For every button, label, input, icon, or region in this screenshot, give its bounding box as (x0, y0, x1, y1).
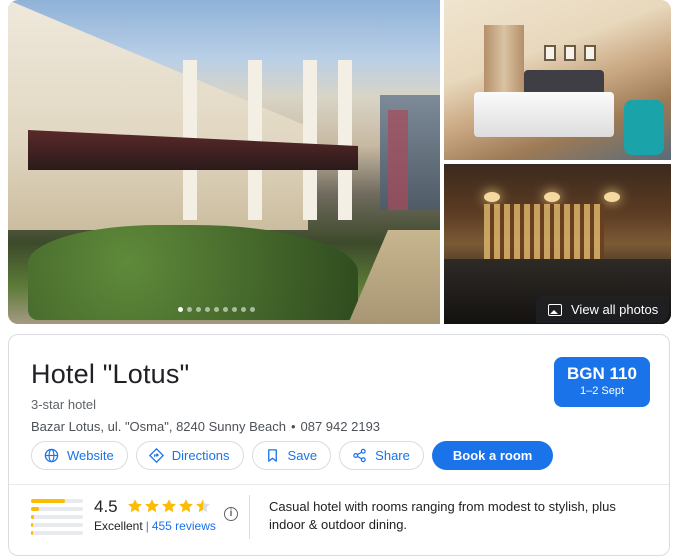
bed (474, 92, 614, 137)
rating-label: Excellent (94, 519, 143, 533)
carousel-dot[interactable] (187, 307, 192, 312)
rating-summary: Excellent | 455 reviews (94, 519, 216, 533)
address-line: Bazar Lotus, ul. "Osma", 8240 Sunny Beac… (31, 419, 380, 434)
star-icon (196, 499, 210, 513)
carousel-dot[interactable] (178, 307, 183, 312)
star-icon (145, 499, 159, 513)
hotel-address: Bazar Lotus, ul. "Osma", 8240 Sunny Beac… (31, 419, 286, 434)
star-icon (179, 499, 193, 513)
bookmark-icon (267, 449, 277, 462)
info-icon[interactable]: i (224, 507, 238, 521)
save-button[interactable]: Save (251, 441, 332, 470)
hotel-exterior-photo[interactable] (8, 0, 440, 324)
rating-bar-fill (31, 523, 33, 527)
carousel-dot[interactable] (214, 307, 219, 312)
picture-frame (544, 45, 556, 61)
ceiling-lamp (544, 192, 560, 202)
bullet-separator: • (290, 419, 296, 434)
hotel-room-photo[interactable] (444, 0, 671, 160)
carousel-dot[interactable] (205, 307, 210, 312)
price-button[interactable]: BGN 110 1–2 Sept (554, 357, 650, 407)
hotel-info-card: Hotel "Lotus" 3-star hotel Bazar Lotus, … (8, 334, 670, 556)
bar-shelves (484, 204, 604, 259)
share-button[interactable]: Share (339, 441, 424, 470)
rating-bar-fill (31, 507, 39, 511)
hotel-category: 3-star hotel (31, 397, 97, 412)
directions-button[interactable]: Directions (135, 441, 244, 470)
reviews-link[interactable]: 455 reviews (152, 519, 216, 533)
save-label: Save (287, 448, 318, 463)
photo-gallery: View all photos (0, 0, 680, 330)
vertical-divider (249, 495, 250, 539)
rating-bar-fill (31, 499, 65, 503)
carousel-dot[interactable] (232, 307, 237, 312)
rating-bar-fill (31, 515, 34, 519)
action-buttons: Website Directions Save Share Book a roo… (31, 441, 554, 470)
share-label: Share (375, 448, 410, 463)
globe-icon (44, 448, 59, 463)
rating-bar (31, 531, 83, 535)
rating-bar (31, 499, 83, 503)
price-amount: BGN 110 (567, 364, 637, 383)
rating-bar-fill (31, 531, 34, 535)
rating-bar (31, 515, 83, 519)
image-icon (548, 303, 562, 316)
building-shape (8, 0, 308, 230)
background-tower-accent (388, 110, 408, 210)
hotel-name: Hotel "Lotus" (31, 359, 190, 389)
directions-icon (148, 448, 164, 463)
carousel-dots[interactable] (178, 307, 255, 312)
price-dates: 1–2 Sept (579, 385, 625, 397)
hotel-description: Casual hotel with rooms ranging from mod… (269, 499, 616, 532)
hotel-phone[interactable]: 087 942 2193 (301, 419, 381, 434)
ceiling-lamp (484, 192, 500, 202)
star-icon (128, 499, 142, 513)
website-label: Website (67, 448, 114, 463)
pipe-separator: | (145, 519, 149, 533)
picture-frame (564, 45, 576, 61)
ceiling-lamp (604, 192, 620, 202)
carousel-dot[interactable] (223, 307, 228, 312)
carousel-dot[interactable] (250, 307, 255, 312)
walkway (348, 230, 440, 324)
carousel-dot[interactable] (241, 307, 246, 312)
star-icon (162, 499, 176, 513)
garden-hedge (28, 225, 358, 320)
directions-label: Directions (171, 448, 230, 463)
picture-frame (584, 45, 596, 61)
carousel-dot[interactable] (196, 307, 201, 312)
rating-score: 4.5 (94, 497, 118, 516)
section-divider (9, 484, 669, 485)
rating-bar (31, 507, 83, 511)
armchair (624, 100, 664, 155)
share-icon (353, 448, 366, 463)
view-all-photos-label: View all photos (571, 302, 659, 317)
rating-bar (31, 523, 83, 527)
website-button[interactable]: Website (31, 441, 128, 470)
view-all-photos-button[interactable]: View all photos (536, 296, 669, 323)
star-rating (127, 498, 211, 514)
book-a-room-button[interactable]: Book a room (431, 441, 554, 470)
rating-distribution (31, 499, 83, 539)
